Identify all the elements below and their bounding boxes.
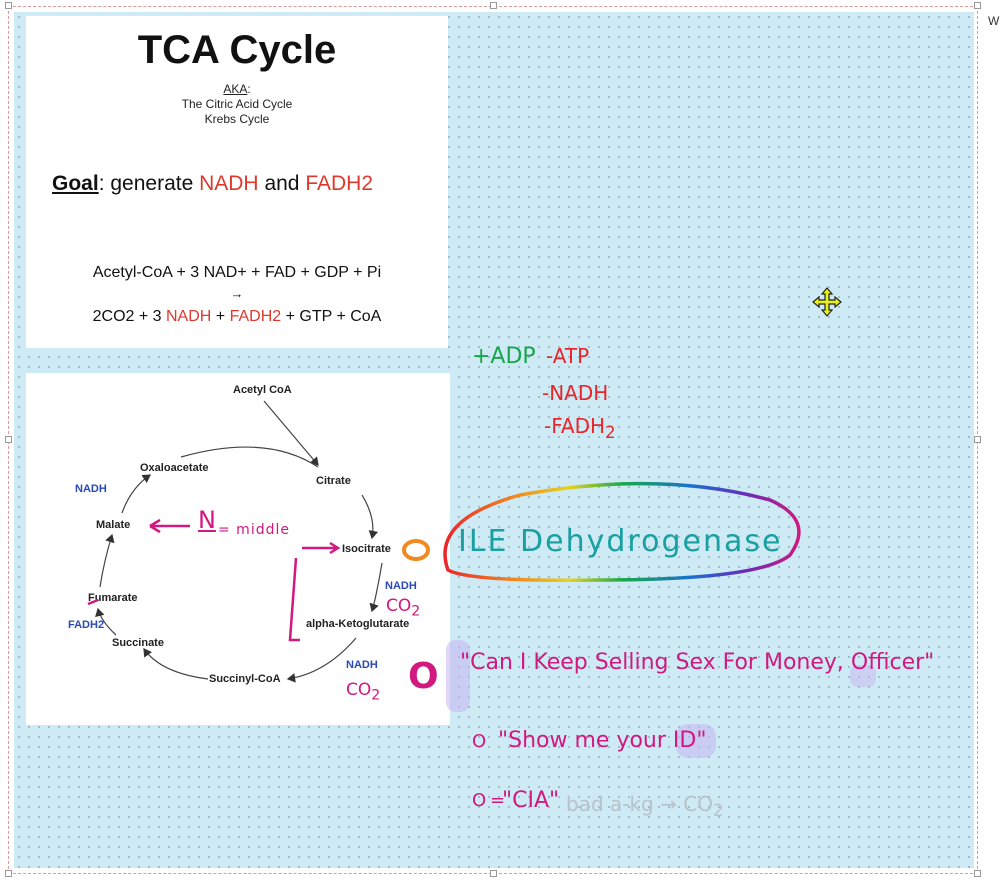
nadh-note: -NADH	[542, 381, 609, 405]
mnemonic-o-big: O	[408, 656, 439, 697]
bracket-to-akg	[288, 557, 300, 642]
mnemonic-o-2: O	[472, 731, 487, 752]
co2-note-1: CO2	[386, 596, 421, 620]
adp-note: +ADP	[472, 344, 536, 369]
mnemonic-line-3: "CIA"	[502, 788, 560, 813]
fadh2-note: -FADH2	[544, 414, 616, 442]
orange-circle	[402, 539, 430, 561]
mnemonic-o-3: O	[472, 790, 487, 811]
middle-note: = middle	[218, 522, 290, 538]
ink-layer	[87, 481, 876, 758]
mnemonic-line-3b: bad a-kg → CO2	[566, 792, 724, 820]
mark-fumarate	[87, 598, 99, 606]
mnemonic-line-2: "Show me your ID"	[498, 728, 707, 753]
atp-note: -ATP	[546, 344, 590, 368]
arrow-to-isocitrate	[302, 541, 341, 555]
move-cursor-icon	[812, 287, 842, 317]
n-label: N	[198, 506, 216, 534]
co2-note-2: CO2	[346, 680, 381, 704]
arrow-to-malate	[149, 518, 190, 534]
dehydrogenase-note: ILE Dehydrogenase	[458, 524, 783, 559]
mnemonic-line-1: "Can I Keep Selling Sex For Money, Offic…	[460, 650, 935, 675]
